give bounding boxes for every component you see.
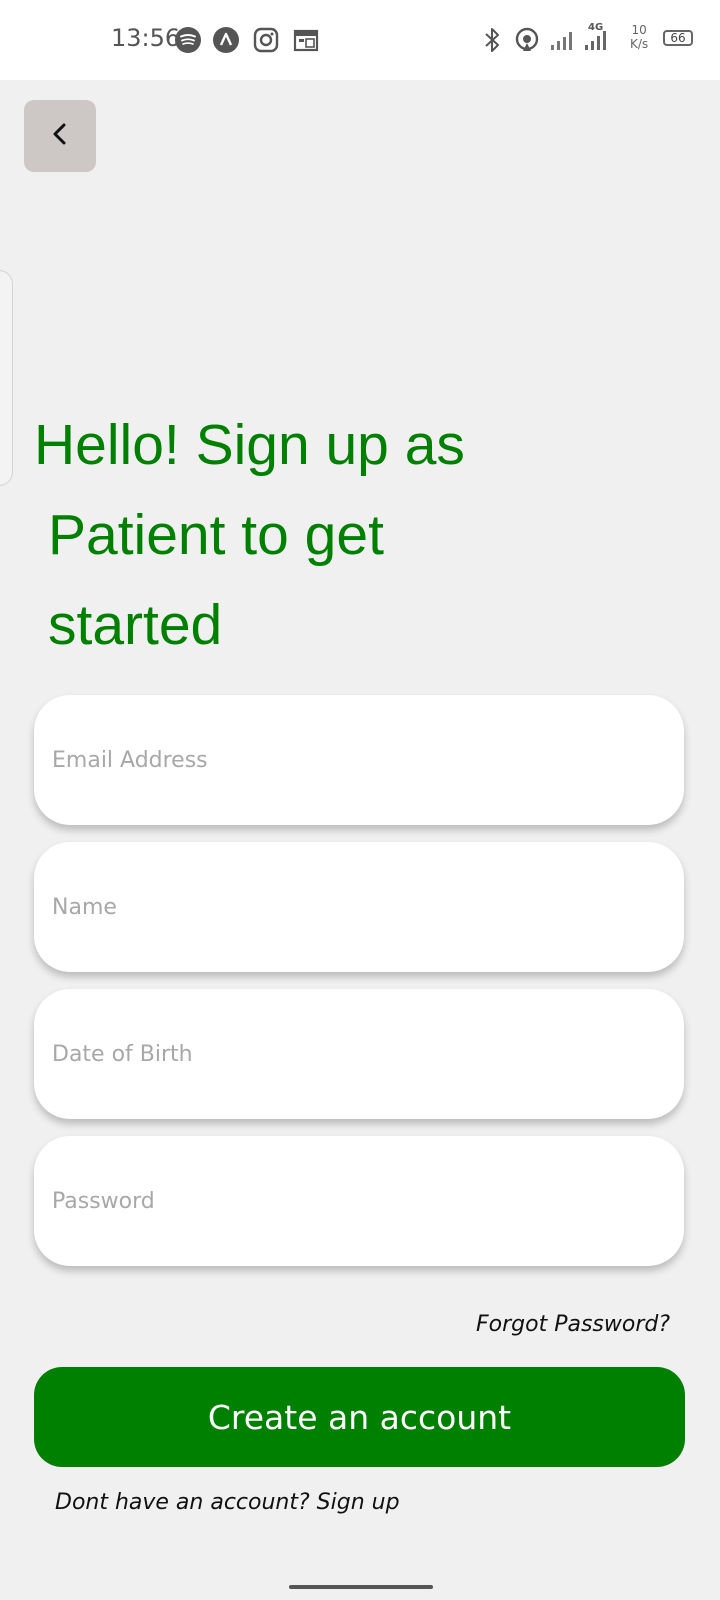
edge-panel-handle[interactable]	[0, 270, 13, 486]
signal-icon	[549, 26, 577, 59]
status-bar: 13:56 4G 10 K/s 66	[0, 0, 720, 80]
calendar-icon	[292, 26, 320, 59]
title-line-3: started	[48, 593, 223, 657]
email-field-container	[34, 695, 684, 825]
speed-unit: K/s	[630, 37, 649, 51]
arc-icon	[212, 26, 240, 59]
page-title: Hello! Sign up as Patient to get started	[34, 400, 554, 670]
back-button[interactable]	[24, 100, 96, 172]
speed-value: 10	[631, 23, 647, 37]
bluetooth-icon	[480, 26, 504, 59]
home-indicator[interactable]	[289, 1585, 433, 1589]
password-field[interactable]	[52, 1136, 652, 1266]
battery-indicator: 66	[663, 30, 693, 46]
status-time: 13:56	[111, 24, 181, 52]
spotify-icon	[174, 26, 202, 59]
title-line-2: Patient to get	[48, 503, 384, 567]
hotspot-icon	[513, 26, 541, 59]
create-account-button[interactable]: Create an account	[34, 1367, 685, 1467]
name-field[interactable]	[52, 842, 652, 972]
svg-text:4G: 4G	[588, 22, 603, 33]
email-field[interactable]	[52, 695, 652, 825]
network-speed: 10 K/s	[630, 23, 648, 51]
password-field-container	[34, 1136, 684, 1266]
signal-4g-icon: 4G	[581, 20, 613, 57]
dob-field-container	[34, 989, 684, 1119]
date-of-birth-field[interactable]	[52, 989, 652, 1119]
sign-up-link[interactable]: Dont have an account? Sign up	[55, 1490, 400, 1515]
instagram-icon	[252, 26, 280, 59]
title-line-1: Hello! Sign up as	[34, 413, 465, 477]
name-field-container	[34, 842, 684, 972]
chevron-left-icon	[46, 120, 74, 153]
forgot-password-link[interactable]: Forgot Password?	[476, 1312, 670, 1337]
